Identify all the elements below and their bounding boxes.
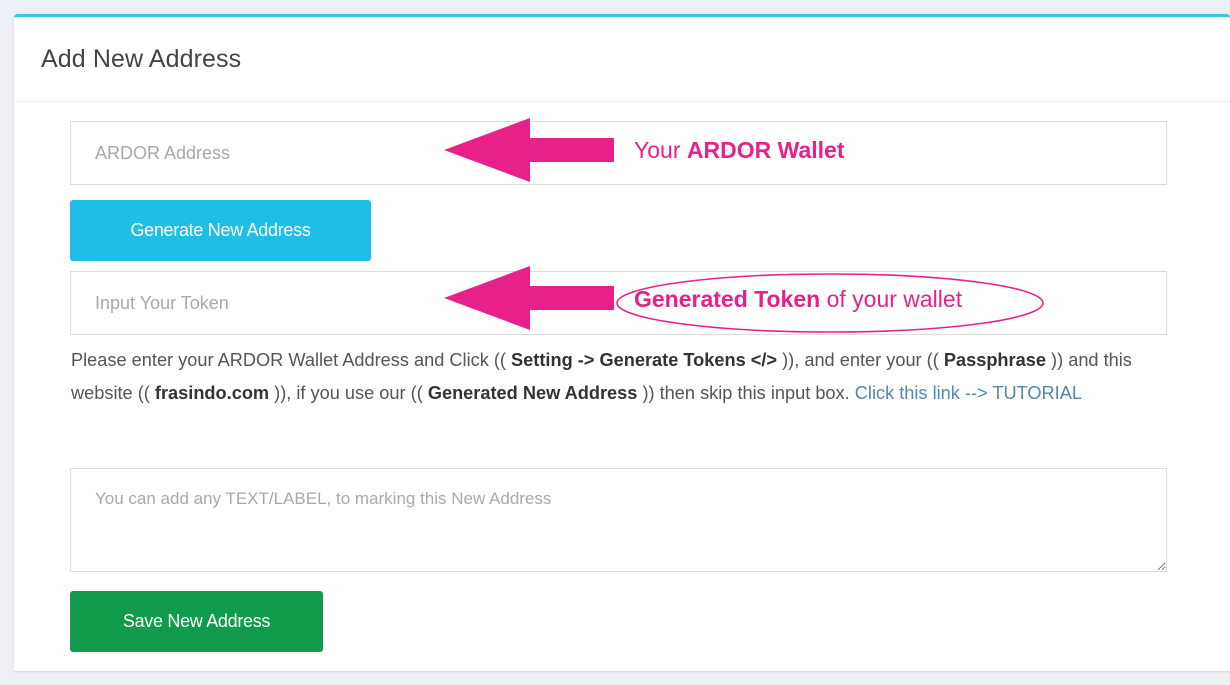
wallet-arrow-icon [444, 118, 614, 182]
help-text-part: )), and enter your (( [782, 350, 939, 370]
save-new-address-button[interactable]: Save New Address [70, 591, 323, 652]
help-text-part: )) then skip this input box. [642, 383, 850, 403]
help-setting-path: Setting -> Generate Tokens </> [511, 350, 778, 370]
card-title: Add New Address [41, 45, 242, 73]
token-callout-suffix: of your wallet [826, 286, 963, 312]
generate-new-address-button[interactable]: Generate New Address [70, 200, 371, 261]
help-generated-address: Generated New Address [427, 383, 638, 403]
label-textarea[interactable] [70, 468, 1167, 572]
token-callout-bold: Generated Token [634, 286, 821, 312]
help-website: frasindo.com [154, 383, 270, 403]
help-text-part: Please enter your ARDOR Wallet Address a… [71, 350, 506, 370]
wallet-callout: Your ARDOR Wallet [634, 137, 844, 164]
help-text-part: )), if you use our (( [274, 383, 423, 403]
ardor-address-input[interactable] [70, 121, 1167, 185]
token-arrow-icon [444, 266, 614, 330]
help-passphrase: Passphrase [943, 350, 1046, 370]
add-address-card: Add New Address Generate New Address Ple… [14, 14, 1230, 671]
token-callout: Generated Token of your wallet [634, 286, 962, 313]
wallet-callout-prefix: Your [634, 137, 681, 163]
tutorial-link[interactable]: Click this link --> TUTORIAL [855, 383, 1082, 403]
card-divider [14, 101, 1230, 102]
help-text: Please enter your ARDOR Wallet Address a… [71, 344, 1176, 410]
wallet-callout-bold: ARDOR Wallet [686, 137, 845, 163]
